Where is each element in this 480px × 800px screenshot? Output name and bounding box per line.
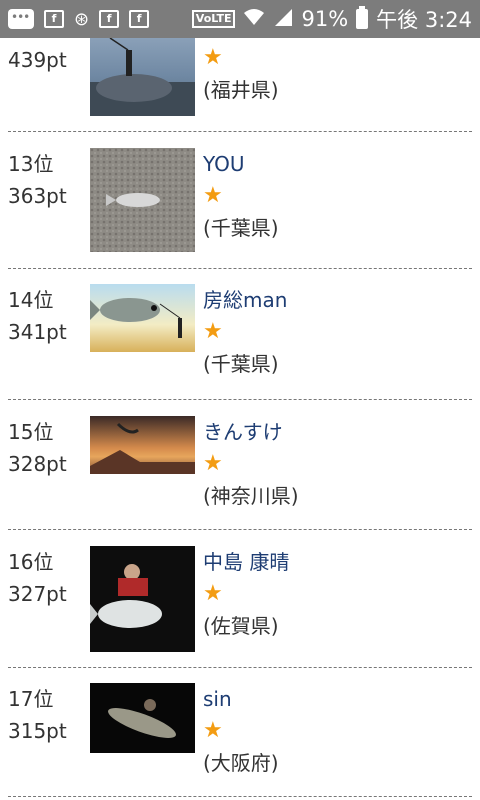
- battery-icon: [356, 6, 369, 29]
- rating-star-icon: ★: [203, 183, 223, 208]
- wifi-calling-icon: ⊛: [74, 8, 90, 30]
- row-divider: [8, 131, 472, 132]
- row-points: 363pt: [8, 184, 67, 208]
- row-points: 328pt: [8, 452, 67, 476]
- volte-icon: VoLTE: [191, 10, 236, 28]
- row-prefecture: (福井県): [203, 78, 279, 102]
- row-angler-name[interactable]: YOU: [203, 148, 279, 180]
- rating-star-icon: ★: [203, 319, 223, 344]
- row-divider: [8, 268, 472, 269]
- signal-icon: [273, 7, 293, 32]
- row-angler-name[interactable]: 中島 康晴: [203, 546, 289, 578]
- catch-photo[interactable]: [90, 546, 195, 652]
- row-rank: 15位: [8, 420, 54, 444]
- row-rank: 14位: [8, 288, 54, 312]
- row-prefecture: (大阪府): [203, 751, 279, 775]
- catch-photo[interactable]: [90, 683, 195, 753]
- rating-star-icon: ★: [203, 45, 223, 70]
- wifi-icon: [243, 7, 265, 32]
- rating-star-icon: ★: [203, 581, 223, 606]
- status-bar: f ⊛ f f VoLTE 91% 午後 3:24: [0, 0, 480, 38]
- facebook-icon: f: [44, 10, 64, 28]
- catch-photo[interactable]: [90, 38, 195, 116]
- row-points: 315pt: [8, 719, 67, 743]
- row-rank: 17位: [8, 687, 54, 711]
- row-points: 327pt: [8, 582, 67, 606]
- row-points: 439pt: [8, 48, 67, 72]
- facebook-icon: f: [99, 10, 120, 28]
- battery-percent: 91%: [301, 7, 349, 31]
- row-divider: [8, 399, 472, 400]
- facebook-icon: f: [129, 10, 150, 28]
- catch-photo[interactable]: [90, 284, 195, 352]
- row-divider: [8, 667, 472, 668]
- row-rank: 13位: [8, 152, 54, 176]
- row-prefecture: (千葉県): [203, 352, 279, 376]
- row-angler-name[interactable]: sin: [203, 683, 279, 715]
- catch-photo[interactable]: [90, 416, 195, 474]
- clock: 午後 3:24: [376, 8, 472, 32]
- row-prefecture: (佐賀県): [203, 614, 279, 638]
- catch-photo[interactable]: [90, 148, 195, 252]
- row-divider: [8, 796, 472, 797]
- row-angler-name[interactable]: 房総man: [203, 284, 287, 316]
- row-prefecture: (神奈川県): [203, 484, 299, 508]
- row-points: 341pt: [8, 320, 67, 344]
- rating-star-icon: ★: [203, 451, 223, 476]
- row-rank: 16位: [8, 550, 54, 574]
- rating-star-icon: ★: [203, 718, 223, 743]
- row-divider: [8, 529, 472, 530]
- row-angler-name[interactable]: きんすけ: [203, 416, 299, 448]
- messages-icon: [8, 9, 34, 29]
- row-prefecture: (千葉県): [203, 216, 279, 240]
